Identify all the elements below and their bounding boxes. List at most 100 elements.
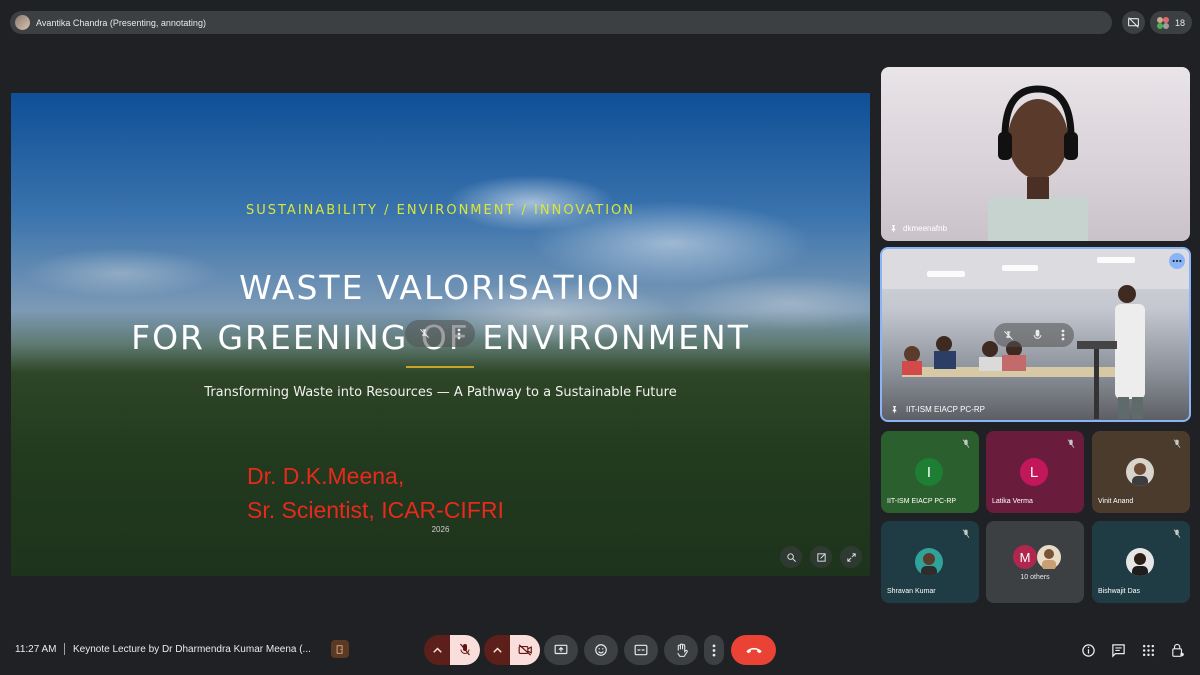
hand-icon [676, 643, 688, 657]
avatar: M [1013, 545, 1037, 569]
others-count: 10 others [1020, 574, 1050, 581]
mic-off-icon [962, 439, 970, 448]
avatar [915, 548, 943, 576]
meeting-details-button[interactable] [1078, 640, 1098, 660]
slide-year: 2026 [431, 525, 450, 534]
slide-controls [780, 546, 862, 568]
slide-author: Dr. D.K.Meena, Sr. Scientist, ICAR-CIFRI [247, 459, 504, 527]
chevron-up-icon [492, 647, 502, 653]
others-tile[interactable]: M 10 others [986, 521, 1084, 603]
camera-toggle-button[interactable] [510, 635, 540, 665]
unpin-icon[interactable] [419, 328, 430, 339]
info-icon [1081, 643, 1095, 657]
raise-hand-button[interactable] [664, 635, 698, 665]
participant-name: IIT-ISM EIACP PC-RP [887, 498, 957, 505]
presenter-label: Avantika Chandra (Presenting, annotating… [36, 17, 206, 28]
avatar [1037, 545, 1061, 569]
chat-button[interactable] [1108, 640, 1128, 660]
videocam-off-icon [518, 644, 532, 656]
more-options-icon[interactable] [1061, 329, 1065, 341]
apps-grid-icon [1142, 644, 1154, 656]
people-icon [1156, 16, 1169, 29]
call-end-icon [745, 647, 762, 654]
captions-button[interactable] [624, 635, 658, 665]
participant-name: Vinit Anand [1098, 498, 1134, 505]
activities-button[interactable] [1138, 640, 1158, 660]
zoom-button[interactable] [780, 546, 802, 568]
chat-icon [1111, 643, 1125, 658]
open-in-new-icon [816, 552, 826, 562]
more-options-button[interactable] [704, 635, 724, 665]
meeting-title: Keynote Lecture by Dr Dharmendra Kumar M… [73, 644, 311, 655]
microphone-toggle-button[interactable] [450, 635, 480, 665]
author-name: Dr. D.K.Meena, [247, 463, 405, 489]
present-to-all-icon [554, 644, 568, 655]
zoom-icon [786, 552, 796, 562]
avatar [1126, 458, 1154, 486]
participant-name: Shravan Kumar [887, 588, 936, 595]
avatar: I [915, 458, 943, 486]
more-horizontal-icon [1172, 259, 1182, 263]
door-icon [336, 644, 343, 654]
participant-tile[interactable]: Vinit Anand [1092, 431, 1190, 513]
slide-title-line1: WASTE VALORISATION [239, 268, 642, 307]
reactions-button[interactable] [584, 635, 618, 665]
closed-captions-icon [634, 644, 648, 656]
activity-button[interactable] [331, 640, 349, 658]
mic-off-icon [1173, 529, 1181, 538]
slide-tagline: SUSTAINABILITY / ENVIRONMENT / INNOVATIO… [245, 203, 635, 218]
divider [64, 643, 65, 655]
mic-off-badge [959, 437, 973, 451]
participant-name: Bishwajit Das [1098, 588, 1141, 595]
mic-off-badge [1064, 437, 1078, 451]
unpin-icon[interactable] [1003, 330, 1014, 341]
mic-off-badge [1170, 527, 1184, 541]
stop-presenting-button[interactable] [1122, 11, 1145, 34]
presentation-slide: SUSTAINABILITY / ENVIRONMENT / INNOVATIO… [11, 93, 870, 576]
more-options-icon[interactable] [457, 328, 461, 340]
microphone-icon[interactable] [1033, 329, 1042, 341]
mic-off-icon [1067, 439, 1075, 448]
tile-hover-controls [994, 323, 1074, 347]
avatar [1126, 548, 1154, 576]
slide-subtitle: Transforming Waste into Resources — A Pa… [204, 385, 677, 400]
more-vertical-icon [712, 643, 716, 657]
present-to-all-off-icon [1128, 17, 1139, 28]
pin-icon [891, 225, 896, 233]
pop-out-button[interactable] [810, 546, 832, 568]
participants-button[interactable]: 18 [1150, 11, 1192, 34]
pin-icon [892, 406, 897, 414]
chevron-up-icon [432, 647, 442, 653]
leave-call-button[interactable] [731, 635, 776, 665]
participant-tile-dkmeenafnb[interactable]: dkmeenafnb [881, 67, 1190, 241]
clock: 11:27 AM [15, 644, 57, 655]
expand-icon [846, 552, 856, 562]
camera-control [484, 635, 540, 665]
participant-name: Latika Verma [992, 498, 1033, 505]
presenter-banner: Avantika Chandra (Presenting, annotating… [10, 11, 1112, 34]
audio-options-button[interactable] [424, 635, 450, 665]
participant-tile[interactable]: Shravan Kumar [881, 521, 979, 603]
lock-person-icon [1172, 643, 1184, 657]
avatar: L [1020, 458, 1048, 486]
presenter-avatar [15, 15, 30, 30]
participant-tile[interactable]: Bishwajit Das [1092, 521, 1190, 603]
slide-divider [406, 366, 474, 368]
participant-tile[interactable]: I IIT-ISM EIACP PC-RP [881, 431, 979, 513]
author-title: Sr. Scientist, ICAR-CIFRI [247, 497, 504, 523]
mic-off-icon [962, 529, 970, 538]
tile-options-button[interactable] [1169, 253, 1185, 269]
host-controls-button[interactable] [1168, 640, 1188, 660]
participant-tile-iit-ism-room[interactable]: IIT-ISM EIACP PC-RP [880, 247, 1191, 422]
mic-off-icon [1173, 439, 1181, 448]
others-avatars: M [1013, 545, 1061, 569]
participant-name: dkmeenafnb [903, 224, 948, 233]
participant-count: 18 [1174, 17, 1185, 28]
mic-off-icon [460, 643, 470, 656]
fullscreen-button[interactable] [840, 546, 862, 568]
annotation-toolbar[interactable] [405, 320, 475, 347]
microphone-control [424, 635, 480, 665]
present-button[interactable] [544, 635, 578, 665]
video-options-button[interactable] [484, 635, 510, 665]
participant-tile[interactable]: L Latika Verma [986, 431, 1084, 513]
